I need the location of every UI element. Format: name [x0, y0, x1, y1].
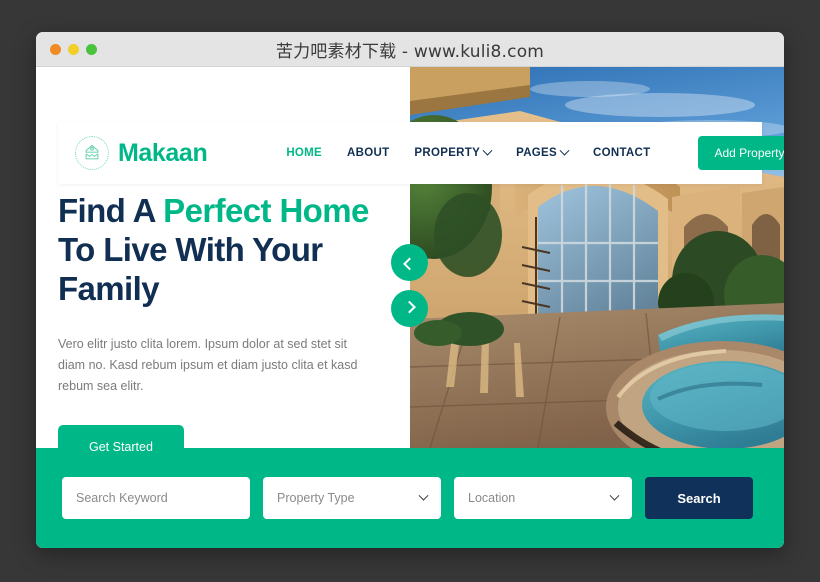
nav-item-property[interactable]: PROPERTY [414, 145, 493, 159]
location-select[interactable]: Location [454, 477, 632, 519]
hero-title-highlight2: Home [279, 192, 369, 229]
nav-item-about[interactable]: ABOUT [347, 147, 389, 159]
search-button[interactable]: Search [645, 477, 753, 519]
nav-item-contact[interactable]: CONTACT [593, 147, 650, 159]
house-handshake-logo-icon [75, 136, 109, 170]
add-property-button[interactable]: Add Property [698, 136, 784, 170]
site-navbar: Makaan HOME ABOUT PROPERTY PAGES CONTACT… [58, 122, 784, 184]
nav-item-home[interactable]: HOME [286, 147, 322, 159]
carousel-prev-button[interactable] [391, 244, 428, 281]
hero-section: Makaan HOME ABOUT PROPERTY PAGES CONTACT… [36, 67, 784, 469]
hero-text-block: Find A Perfect Home To Live With Your Fa… [58, 191, 398, 469]
hero-title-highlight1: Perfect [163, 192, 271, 229]
nav-item-pages-label: PAGES [516, 147, 557, 159]
hero-description: Vero elitr justo clita lorem. Ipsum dolo… [58, 337, 358, 393]
location-label: Location [468, 491, 516, 505]
chevron-left-icon [403, 257, 416, 271]
page-title: Find A Perfect Home To Live With Your Fa… [58, 191, 398, 308]
browser-window: 苦力吧素材下载 - www.kuli8.com Makaan HOME ABOU… [36, 32, 784, 548]
nav-item-home-label: HOME [286, 147, 323, 159]
chevron-down-icon [482, 145, 493, 156]
page-canvas: Makaan HOME ABOUT PROPERTY PAGES CONTACT… [36, 67, 784, 548]
chevron-down-icon [609, 490, 620, 501]
hero-title-part1: Find A [58, 192, 164, 229]
nav-item-property-label: PROPERTY [414, 147, 481, 159]
browser-title-bar: 苦力吧素材下载 - www.kuli8.com [36, 32, 784, 67]
carousel-next-button[interactable] [391, 290, 428, 327]
chevron-down-icon [559, 145, 570, 156]
nav-item-contact-label: CONTACT [593, 147, 651, 159]
nav-menu: HOME ABOUT PROPERTY PAGES CONTACT Add Pr… [286, 136, 784, 170]
property-type-select[interactable]: Property Type [263, 477, 441, 519]
nav-item-about-label: ABOUT [347, 147, 390, 159]
search-keyword-placeholder: Search Keyword [76, 491, 168, 505]
window-title: 苦力吧素材下载 - www.kuli8.com [275, 41, 545, 62]
search-keyword-input[interactable]: Search Keyword [62, 477, 250, 519]
nav-item-pages[interactable]: PAGES [516, 145, 570, 159]
brand-name: Makaan [118, 138, 208, 167]
property-type-label: Property Type [277, 491, 355, 505]
chevron-down-icon [418, 490, 429, 501]
get-started-button[interactable]: Get Started [58, 425, 184, 469]
brand-logo[interactable]: Makaan [75, 136, 208, 170]
hero-title-part3: To Live With Your Family [58, 231, 323, 307]
chevron-right-icon [403, 300, 416, 314]
